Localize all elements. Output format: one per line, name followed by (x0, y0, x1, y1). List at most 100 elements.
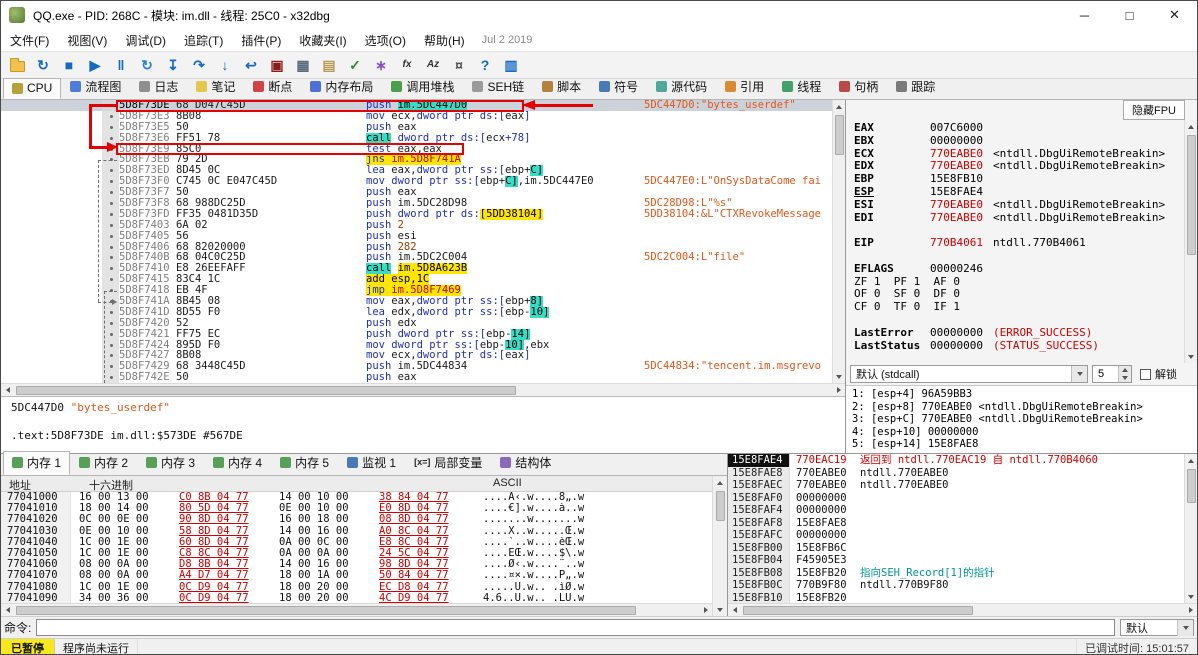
scroll-down-button[interactable] (1185, 350, 1198, 363)
titlebar[interactable]: QQ.exe - PID: 268C - 模块: im.dll - 线程: 25… (1, 1, 1197, 29)
patch-button[interactable]: ▣ (265, 54, 289, 77)
tab-handles[interactable]: 句柄 (830, 75, 887, 99)
tab-dump-4[interactable]: 内存 4 (204, 451, 271, 475)
scroll-thumb[interactable] (743, 605, 973, 615)
scroll-down-button[interactable] (714, 603, 727, 616)
tab-dump-5[interactable]: 内存 5 (271, 451, 338, 475)
register-row[interactable]: EBX 00000000 (854, 134, 1184, 148)
stack-row[interactable]: 15E8FAE8 770EABE0 ntdll.770EABE0 (728, 466, 1184, 479)
scroll-thumb[interactable] (1186, 135, 1196, 255)
register-row[interactable]: LastError 00000000 (ERROR_SUCCESS) (854, 326, 1184, 340)
minimize-button[interactable]: ─ (1062, 1, 1107, 29)
settings-gear-button[interactable]: ¤ (447, 54, 471, 77)
breakpoint-dot[interactable] (110, 278, 113, 282)
breakpoint-dot[interactable] (110, 125, 113, 129)
stack-row[interactable]: 15E8FB08 15E8FB20 指向SEH_Record[1]的指针 (728, 566, 1184, 579)
dump-row[interactable]: 77041070 08 00 0A 00 A4 D7 04 77 18 00 1A 0… (1, 570, 712, 582)
breakpoint-dot[interactable] (110, 169, 113, 173)
disasm-row[interactable]: 5D8F73E9 85C0 test eax,eax (1, 143, 832, 155)
scroll-left-button[interactable] (1, 384, 14, 397)
scroll-right-button[interactable] (832, 384, 845, 397)
menu-item[interactable]: 视图(V) (58, 29, 116, 51)
tab-references[interactable]: 引用 (716, 75, 773, 99)
stack-row[interactable]: 15E8FAEC 770EABE0 ntdll.770EABE0 (728, 479, 1184, 492)
tab-log[interactable]: 日志 (130, 75, 187, 99)
step-into-button[interactable]: ↧ (161, 54, 185, 77)
register-row[interactable]: CF 0 TF 0 IF 1 (854, 300, 1184, 314)
tab-dump-2[interactable]: 内存 2 (70, 451, 137, 475)
dump-row[interactable]: 77041080 1C 00 1E 00 0C D9 04 77 18 00 20 0… (1, 581, 712, 593)
breakpoint-dot[interactable] (110, 201, 113, 205)
font-button[interactable]: Az (421, 54, 445, 77)
breakpoint-dot[interactable] (110, 343, 113, 347)
stack-vertical-scrollbar[interactable] (1184, 454, 1197, 603)
scroll-thumb[interactable] (715, 491, 725, 521)
maximize-button[interactable]: □ (1107, 1, 1152, 29)
tab-threads[interactable]: 线程 (773, 75, 830, 99)
breakpoint-dot[interactable] (110, 267, 113, 271)
restart-run-button[interactable]: ↻ (135, 54, 159, 77)
scroll-left-button[interactable] (728, 604, 741, 617)
tab-dump-3[interactable]: 内存 3 (137, 451, 204, 475)
register-row[interactable] (854, 352, 1184, 363)
disasm-row[interactable]: 5D8F73EB 79 2D jns im.5D8F741A (1, 154, 832, 166)
register-row[interactable]: EFLAGS 00000246 (854, 262, 1184, 276)
menu-item[interactable]: 文件(F) (1, 29, 58, 51)
menu-item[interactable]: 帮助(H) (415, 29, 474, 51)
register-row[interactable]: EDI 770EABE0 <ntdll.DbgUiRemoteBreakin> (854, 211, 1184, 225)
stack-row[interactable]: 15E8FB0C 770B9F80 ntdll.770B9F80 (728, 579, 1184, 592)
scroll-left-button[interactable] (1, 604, 14, 617)
step-over-button[interactable]: ↷ (187, 54, 211, 77)
stepper-buttons[interactable] (1118, 366, 1131, 382)
register-row[interactable]: EBP 15E8FB10 (854, 172, 1184, 186)
disasm-row[interactable]: 5D8F73F8 68 988DC25D push im.5DC28D98 5DC28… (1, 198, 832, 209)
command-profile-select[interactable]: 默认 (1120, 619, 1194, 636)
breakpoint-dot[interactable] (110, 234, 113, 238)
stepper-up-icon[interactable] (1119, 366, 1131, 374)
stack-row[interactable]: 15E8FAF8 15E8FAE8 (728, 516, 1184, 529)
tab-source[interactable]: 源代码 (647, 75, 716, 99)
breakpoint-dot[interactable] (110, 365, 113, 369)
disasm-row[interactable]: 5D8F7418 EB 4F jmp im.5D8F7469 (1, 285, 832, 297)
register-row[interactable]: ESI 770EABE0 <ntdll.DbgUiRemoteBreakin> (854, 198, 1184, 212)
breakpoint-dot[interactable] (110, 103, 113, 107)
breakpoint-dot[interactable] (110, 191, 113, 195)
scroll-right-button[interactable] (1184, 604, 1197, 617)
tab-dump-1[interactable]: 内存 1 (3, 451, 71, 475)
trace-into-button[interactable]: ↓ (213, 54, 237, 77)
register-row[interactable]: ESP 15E8FAE4 (854, 185, 1184, 199)
scroll-thumb[interactable] (1186, 469, 1196, 503)
run-to-return-button[interactable]: ↩ (239, 54, 263, 77)
disasm-row[interactable]: 5D8F741D 8D55 F0 lea edx,dword ptr ss:[ebp… (1, 306, 832, 318)
menu-item[interactable]: 调试(D) (116, 29, 175, 51)
disasm-row[interactable]: 5D8F73E3 8B08 mov ecx,dword ptr ds:[eax] (1, 110, 832, 122)
tab-breakpoints[interactable]: 断点 (244, 75, 301, 99)
command-input[interactable] (36, 619, 1115, 636)
scroll-thumb[interactable] (16, 605, 636, 615)
breakpoint-dot[interactable] (110, 180, 113, 184)
magic-wand-button[interactable]: ∗ (369, 54, 393, 77)
stop-button[interactable]: ■ (57, 54, 81, 77)
scroll-up-button[interactable] (714, 476, 727, 489)
breakpoint-dot[interactable] (110, 310, 113, 314)
tab-struct[interactable]: 结构体 (491, 451, 560, 475)
argument-row[interactable]: 3: [esp+C] 770EABE0 <ntdll.DbgUiRemoteBr… (852, 413, 1197, 426)
breakpoint-dot[interactable] (110, 114, 113, 118)
close-button[interactable]: ✕ (1152, 1, 1197, 29)
breakpoint-dot[interactable] (110, 212, 113, 216)
memory-map-button[interactable]: ▦ (291, 54, 315, 77)
argument-row[interactable]: 1: [esp+4] 96A59BB3 (852, 388, 1197, 401)
fx-button[interactable]: fx (395, 54, 419, 77)
scroll-up-button[interactable] (1185, 454, 1198, 467)
menu-item[interactable]: 追踪(T) (175, 29, 232, 51)
pause-button[interactable]: ‖ (109, 54, 133, 77)
hide-fpu-button[interactable]: 隐藏FPU (1123, 100, 1185, 120)
tab-memory-map[interactable]: 内存布局 (301, 75, 382, 99)
calling-convention-select[interactable]: 默认 (stdcall) (850, 365, 1088, 383)
disasm-row[interactable]: 5D8F7415 83C4 1C add esp,1C (1, 274, 832, 286)
disasm-row[interactable]: 5D8F740B 68 04C0C25D push im.5DC2C004 5DC2C… (1, 252, 832, 264)
disasm-row[interactable]: 5D8F73DE 68 D047C45D push im.5DC447D0 5DC44… (1, 100, 832, 111)
scroll-down-button[interactable] (833, 370, 846, 383)
breakpoint-dot[interactable] (110, 158, 113, 162)
disasm-row[interactable]: 5D8F73F7 50 push eax (1, 187, 832, 199)
